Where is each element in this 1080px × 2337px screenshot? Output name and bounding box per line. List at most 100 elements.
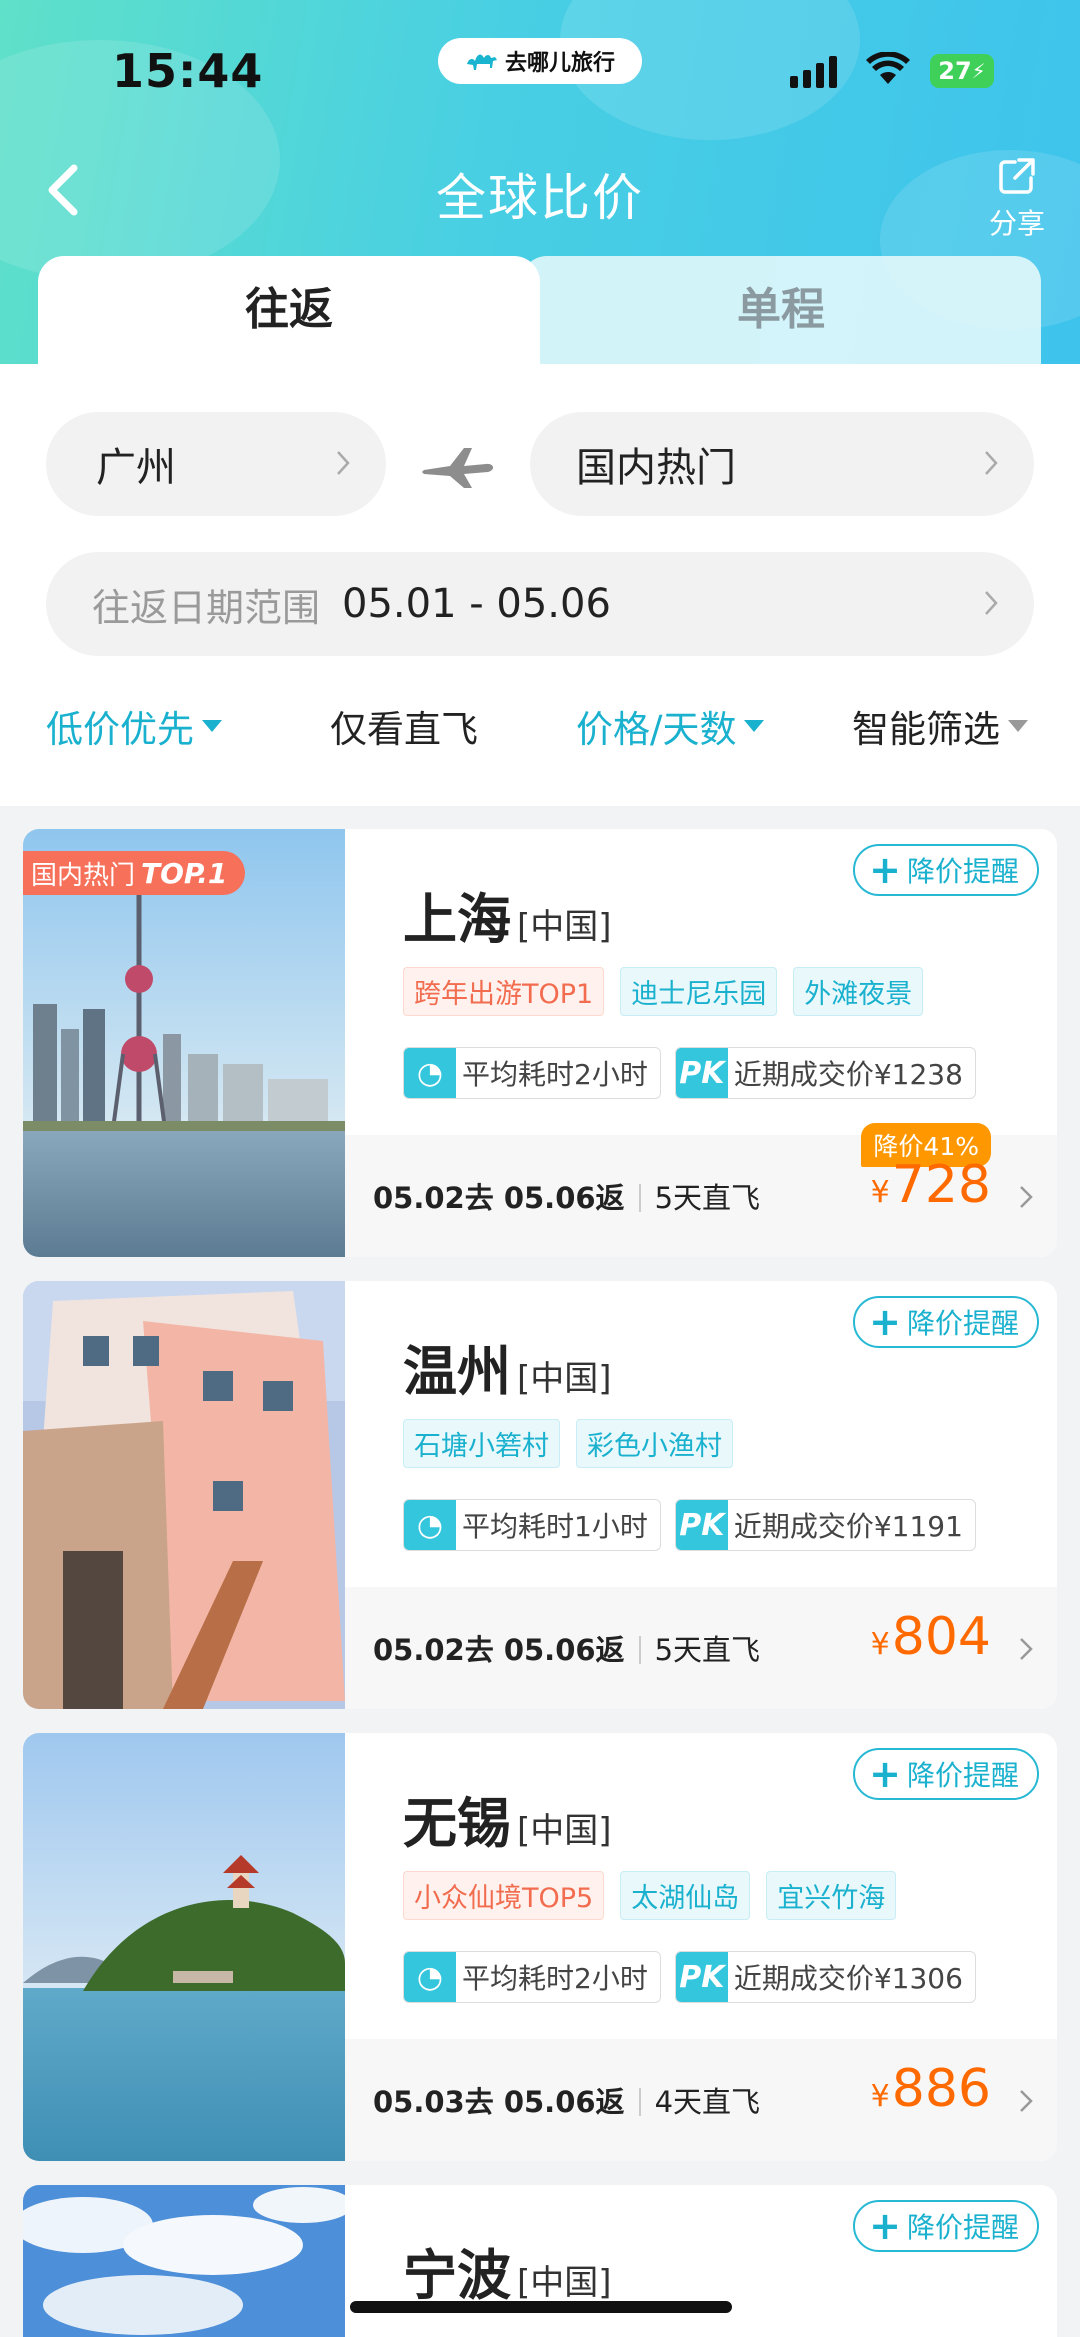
dropdown-arrow-icon (202, 720, 222, 732)
currency-symbol: ¥ (870, 2079, 890, 2114)
chevron-right-icon (1020, 2090, 1033, 2112)
price-value: 804 (891, 1607, 991, 1667)
price-alert-button[interactable]: + 降价提醒 (853, 1296, 1039, 1348)
tag: 外滩夜景 (793, 967, 924, 1016)
avg-time-metric: ◔ 平均耗时1小时 (403, 1499, 661, 1551)
price-alert-button[interactable]: + 降价提醒 (853, 2200, 1039, 2252)
filter-price-days[interactable]: 价格/天数 (576, 699, 765, 753)
city-label: 上海 (403, 888, 511, 951)
city-label: 宁波 (403, 2244, 511, 2307)
battery-level: 27 (938, 57, 972, 85)
clock-icon: ◔ (404, 1952, 456, 2002)
tag-list: 石塘小箬村 彩色小渔村 (403, 1419, 733, 1468)
clock-icon: ◔ (404, 1048, 456, 1098)
recent-price-metric: PK 近期成交价¥1306 (674, 1951, 976, 2003)
city-label: 无锡 (403, 1792, 511, 1855)
destination-city: 国内热门 (576, 445, 736, 491)
tab-round-trip[interactable]: 往返 (38, 256, 540, 365)
price-alert-label: 降价提醒 (906, 1307, 1019, 1340)
tab-one-way[interactable]: 单程 (521, 256, 1041, 365)
nav-bar: 全球比价 分享 (0, 140, 1080, 240)
price-alert-label: 降价提醒 (906, 2211, 1019, 2244)
avg-time-metric: ◔ 平均耗时2小时 (403, 1951, 661, 2003)
country-label: [中国] (517, 907, 612, 947)
price-value: 728 (891, 1155, 991, 1215)
filter-label: 低价优先 (46, 708, 194, 751)
tag: 太湖仙岛 (620, 1871, 751, 1920)
chevron-right-icon (1020, 1638, 1033, 1660)
plus-icon: + (869, 1752, 901, 1796)
city-label: 温州 (403, 1340, 511, 1403)
price-alert-label: 降价提醒 (906, 855, 1019, 888)
pk-icon: PK (675, 1500, 728, 1550)
tag: 跨年出游TOP1 (403, 967, 605, 1016)
dropdown-arrow-icon (744, 720, 765, 732)
battery-icon: 27 ⚡ (930, 54, 994, 88)
tag-list: 小众仙境TOP5 太湖仙岛 宜兴竹海 (403, 1871, 897, 1920)
filter-label: 价格/天数 (576, 708, 737, 751)
home-indicator (350, 2301, 732, 2313)
trip-days: 5天直飞 (654, 1633, 761, 1667)
trip-days: 5天直飞 (654, 1181, 761, 1215)
pk-icon: PK (675, 1048, 728, 1098)
country-label: [中国] (517, 1359, 612, 1399)
trip-dates-label: 05.02去 05.06返 (373, 1633, 625, 1667)
destination-card[interactable]: 国内热门 TOP.1 + 降价提醒 上海 [中国] 跨年出游TOP1 迪士尼乐园 外滩… (23, 829, 1057, 1257)
city-photo: 国内热门 TOP.1 (23, 829, 345, 1257)
plus-icon: + (869, 1300, 901, 1344)
city-name: 温州 [中国] (403, 1327, 612, 1406)
price-value: 886 (891, 2059, 991, 2119)
destination-card[interactable]: + 降价提醒 宁波 [中国] (23, 2185, 1057, 2337)
price-alert-button[interactable]: + 降价提醒 (853, 1748, 1039, 1800)
recent-price-label: 近期成交价¥1238 (733, 1058, 963, 1091)
status-bar: 15:44 去哪儿旅行 27 ⚡ (0, 38, 1080, 108)
city-photo (23, 1281, 345, 1709)
date-range-value: 05.01 - 05.06 (342, 581, 611, 627)
tag: 石塘小箬村 (403, 1419, 560, 1468)
metrics: ◔ 平均耗时2小时 PK 近期成交价¥1238 (403, 1047, 976, 1099)
chevron-right-icon (985, 451, 998, 475)
trip-dates: 05.02去 05.06返 5天直飞 (373, 1627, 760, 1669)
header: 15:44 去哪儿旅行 27 ⚡ 全球比价 分享 单程 往返 (0, 0, 1080, 365)
signal-icon (790, 54, 837, 88)
price: ¥728 (871, 1155, 991, 1215)
share-label: 分享 (988, 207, 1045, 240)
date-range-label: 往返日期范围 (92, 585, 321, 630)
metrics: ◔ 平均耗时1小时 PK 近期成交价¥1191 (403, 1499, 976, 1551)
filter-direct-only[interactable]: 仅看直飞 (330, 699, 478, 753)
destination-card[interactable]: + 降价提醒 温州 [中国] 石塘小箬村 彩色小渔村 ◔ 平均耗时1小时 PK 近期成交… (23, 1281, 1057, 1709)
origin-selector[interactable]: 广州 (46, 412, 386, 516)
metrics: ◔ 平均耗时2小时 PK 近期成交价¥1306 (403, 1951, 976, 2003)
search-panel: 广州 国内热门 往返日期范围 05.01 - 05.06 低价优先 仅看直飞 价… (0, 364, 1080, 806)
share-button[interactable]: 分享 (982, 156, 1052, 242)
recent-price-label: 近期成交价¥1306 (733, 1962, 963, 1995)
avg-time-metric: ◔ 平均耗时2小时 (403, 1047, 661, 1099)
app-badge-label: 去哪儿旅行 (504, 51, 615, 76)
filter-low-price[interactable]: 低价优先 (46, 699, 222, 753)
country-label: [中国] (517, 2263, 612, 2303)
date-range-selector[interactable]: 往返日期范围 05.01 - 05.06 (46, 552, 1034, 656)
city-photo (23, 1733, 345, 2161)
trip-type-tabs: 单程 往返 (38, 256, 1041, 365)
destination-selector[interactable]: 国内热门 (530, 412, 1034, 516)
filter-smart[interactable]: 智能筛选 (852, 699, 1028, 753)
chevron-right-icon (985, 591, 998, 615)
tag: 彩色小渔村 (576, 1419, 733, 1468)
clock-icon: ◔ (404, 1500, 456, 1550)
card-footer: 05.02去 05.06返 5天直飞 ¥804 (345, 1587, 1057, 1709)
rank-badge-prefix: 国内热门 (31, 860, 136, 891)
avg-time-label: 平均耗时1小时 (462, 1510, 648, 1543)
avg-time-label: 平均耗时2小时 (462, 1962, 648, 1995)
destination-card[interactable]: + 降价提醒 无锡 [中国] 小众仙境TOP5 太湖仙岛 宜兴竹海 ◔ 平均耗时2小时… (23, 1733, 1057, 2161)
currency-symbol: ¥ (870, 1175, 890, 1210)
card-footer: 降价41% 05.02去 05.06返 5天直飞 ¥728 (345, 1123, 1057, 1257)
trip-days: 4天直飞 (654, 2085, 761, 2119)
recent-price-metric: PK 近期成交价¥1238 (674, 1047, 976, 1099)
price-alert-button[interactable]: + 降价提醒 (853, 844, 1039, 896)
chevron-right-icon (337, 451, 350, 475)
plane-icon (422, 448, 494, 488)
price: ¥804 (871, 1607, 991, 1667)
filter-label: 仅看直飞 (330, 708, 478, 751)
share-icon (999, 158, 1035, 194)
filter-label: 智能筛选 (852, 708, 1000, 751)
